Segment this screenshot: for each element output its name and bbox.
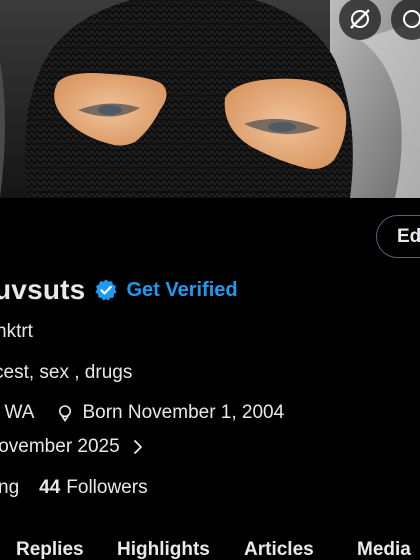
get-verified-link[interactable]: Get Verified [126, 279, 237, 302]
edit-profile-button[interactable]: Ed [376, 215, 420, 258]
profile-joined[interactable]: lovember 2025 [0, 436, 144, 458]
follow-stats: ng 44 Followers [0, 477, 148, 499]
tab-media[interactable]: Media [357, 539, 411, 560]
profile-page: Ed uvsuts Get Verified hktrt cest, sex ,… [0, 0, 420, 560]
followers-label[interactable]: Followers [66, 477, 147, 499]
edit-profile-label: Ed [397, 225, 420, 247]
following-link[interactable]: ng [0, 477, 19, 499]
followers-count[interactable]: 44 [39, 477, 60, 499]
profile-bio: cest, sex , drugs [0, 362, 133, 383]
tab-replies[interactable]: Replies [16, 539, 84, 560]
profile-meta: , WA Born November 1, 2004 [0, 402, 284, 424]
banner-no-media-button[interactable] [339, 0, 381, 40]
chevron-right-icon [132, 439, 144, 455]
profile-tabs: Replies Highlights Articles Media [0, 533, 420, 560]
joined-date: lovember 2025 [0, 436, 120, 457]
profile-handle: hktrt [0, 321, 33, 342]
no-media-icon [347, 6, 373, 32]
display-name: uvsuts [0, 274, 86, 305]
verified-badge-icon [94, 278, 118, 302]
profile-birthday: Born November 1, 2004 [82, 402, 285, 423]
tab-highlights[interactable]: Highlights [117, 539, 210, 560]
profile-location: , WA [0, 402, 35, 423]
tab-articles[interactable]: Articles [244, 539, 314, 560]
more-icon [399, 6, 420, 32]
profile-banner[interactable] [0, 0, 420, 198]
name-row: uvsuts Get Verified [0, 274, 238, 306]
location-pin-icon [56, 404, 74, 422]
